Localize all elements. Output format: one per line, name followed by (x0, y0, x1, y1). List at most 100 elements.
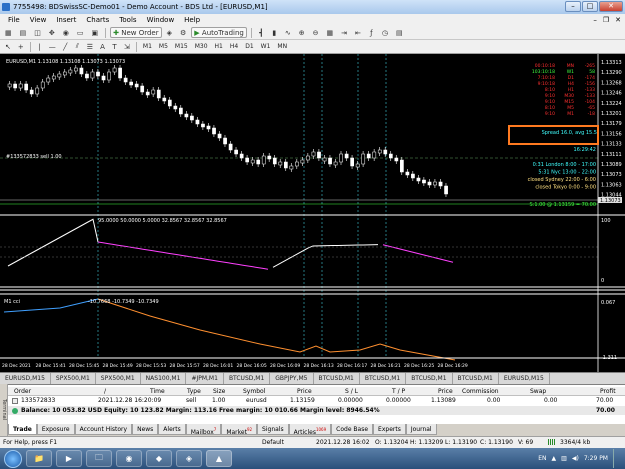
tray-arrow-icon[interactable]: ▲ (552, 455, 557, 462)
clock[interactable]: 7:29 PM (584, 455, 608, 462)
tab-mailbox[interactable]: Mailbox7 (185, 424, 222, 436)
minimize-button[interactable]: – (565, 1, 581, 12)
taskbar-explorer-icon[interactable]: 📁 (26, 450, 52, 467)
options-icon[interactable]: ⚙ (177, 27, 189, 38)
chart-tab[interactable]: SPX500,M1 (96, 373, 141, 384)
taskbar-folder-icon[interactable]: 🗀 (86, 450, 112, 467)
status-profile[interactable]: Default (262, 439, 284, 446)
timeframe-mn[interactable]: MN (274, 43, 290, 50)
tile-icon[interactable]: ▦ (323, 27, 336, 38)
col-sort[interactable]: / (104, 388, 106, 395)
chart-tab[interactable]: #JPM,M1 (186, 373, 224, 384)
volume-icon[interactable]: ◀) (572, 455, 579, 462)
tab-experts[interactable]: Experts (373, 424, 406, 435)
candle-chart-icon[interactable]: ▮ (269, 27, 280, 38)
language-indicator[interactable]: EN (538, 455, 546, 462)
menu-insert[interactable]: Insert (51, 16, 81, 24)
autoscroll-icon[interactable]: ⇥ (338, 27, 350, 38)
chart-tab[interactable]: BTCUSD,M1 (314, 373, 360, 384)
tab-alerts[interactable]: Alerts (158, 424, 186, 435)
show-desktop-button[interactable] (613, 449, 621, 468)
timeframe-m1[interactable]: M1 (140, 43, 155, 50)
menu-charts[interactable]: Charts (81, 16, 114, 24)
tab-articles[interactable]: Articles1069 (288, 424, 332, 436)
start-button[interactable] (4, 449, 22, 468)
profiles-icon[interactable]: ▤ (17, 27, 30, 38)
tab-exposure[interactable]: Exposure (36, 424, 75, 435)
chart-tab[interactable]: EURUSD,M15 (499, 373, 550, 384)
col-profit[interactable]: Profit (600, 388, 616, 395)
menu-file[interactable]: File (3, 16, 25, 24)
taskbar-app2-icon[interactable]: ◈ (176, 450, 202, 467)
chart-canvas[interactable]: EURUSD,M1 1.13108 1.13108 1.13073 1.1307… (0, 54, 625, 372)
chart-tab[interactable]: BTCUSD,M1 (224, 373, 271, 384)
tab-journal[interactable]: Journal (405, 424, 437, 435)
chart-tab[interactable]: NAS100,M1 (141, 373, 187, 384)
zoom-in-icon[interactable]: ⊕ (296, 27, 308, 38)
period-icon[interactable]: ◷ (379, 27, 391, 38)
tab-trade[interactable]: Trade (8, 424, 37, 435)
line-chart-icon[interactable]: ∿ (282, 27, 294, 38)
chart-tab[interactable]: GBPJPY,M5 (270, 373, 314, 384)
timeframe-h4[interactable]: H4 (227, 43, 241, 50)
close-button[interactable]: ✕ (599, 1, 623, 12)
table-row[interactable]: 133572833 2021.12.28 16:20:09 sell 1.00 … (0, 396, 625, 405)
tab-news[interactable]: News (132, 424, 159, 435)
timeframe-m15[interactable]: M15 (172, 43, 191, 50)
crosshair-icon[interactable]: + (15, 41, 27, 52)
market-watch-icon[interactable]: ◫ (31, 27, 44, 38)
templates-icon[interactable]: ▤ (393, 27, 406, 38)
tab-code-base[interactable]: Code Base (331, 424, 374, 435)
taskbar-media-icon[interactable]: ▶ (56, 450, 82, 467)
terminal-icon[interactable]: ▭ (74, 27, 87, 38)
col-size[interactable]: Size (213, 388, 225, 395)
vertical-line-icon[interactable]: | (34, 41, 45, 52)
col-swap[interactable]: Swap (530, 388, 546, 395)
col-tp[interactable]: T / P (392, 388, 405, 395)
arrows-icon[interactable]: ⇲ (121, 41, 133, 52)
col-sl[interactable]: S / L (345, 388, 358, 395)
label-icon[interactable]: T (109, 41, 120, 52)
taskbar-app-icon[interactable]: ◆ (146, 450, 172, 467)
taskbar-metatrader-icon[interactable]: ▲ (206, 450, 232, 467)
cursor-icon[interactable]: ↖ (2, 41, 14, 52)
col-order[interactable]: Order (14, 388, 31, 395)
menu-help[interactable]: Help (179, 16, 205, 24)
chart-tab[interactable]: EURUSD,M15 (0, 373, 51, 384)
zoom-out-icon[interactable]: ⊖ (310, 27, 322, 38)
chart-window[interactable]: EURUSD,M1 1.13108 1.13108 1.13073 1.1307… (0, 54, 625, 372)
timeframe-m30[interactable]: M30 (192, 43, 211, 50)
tab-account-history[interactable]: Account History (74, 424, 133, 435)
col-commission[interactable]: Commission (462, 388, 499, 395)
data-window-icon[interactable]: ✥ (46, 27, 58, 38)
col-symbol[interactable]: Symbol (243, 388, 265, 395)
bar-chart-icon[interactable]: ┫ (256, 27, 267, 38)
menu-view[interactable]: View (25, 16, 52, 24)
new-order-button[interactable]: ✚ New Order (110, 27, 162, 38)
col-price[interactable]: Price (297, 388, 312, 395)
equidistant-channel-icon[interactable]: ⫽ (72, 41, 83, 52)
timeframe-d1[interactable]: D1 (242, 43, 256, 50)
navigator-icon[interactable]: ◉ (60, 27, 72, 38)
col-current-price[interactable]: Price (438, 388, 453, 395)
fibonacci-icon[interactable]: ☰ (84, 41, 96, 52)
strategy-tester-icon[interactable]: ▣ (88, 27, 101, 38)
menu-tools[interactable]: Tools (114, 16, 141, 24)
indicators-icon[interactable]: ƒ (366, 27, 377, 38)
timeframe-m5[interactable]: M5 (156, 43, 171, 50)
maximize-button[interactable]: □ (582, 1, 598, 12)
timeframe-h1[interactable]: H1 (212, 43, 226, 50)
shift-icon[interactable]: ⇤ (352, 27, 364, 38)
child-close-button[interactable]: ✕ (615, 16, 621, 24)
chart-tab[interactable]: SPX500,M1 (51, 373, 96, 384)
network-icon[interactable]: ▥ (561, 455, 567, 462)
taskbar-browser-icon[interactable]: ◉ (116, 450, 142, 467)
trendline-icon[interactable]: ╱ (60, 41, 71, 52)
col-time[interactable]: Time (150, 388, 165, 395)
meta-editor-icon[interactable]: ◈ (164, 27, 175, 38)
col-type[interactable]: Type (187, 388, 201, 395)
autotrading-button[interactable]: ▶ AutoTrading (191, 27, 247, 38)
text-icon[interactable]: A (97, 41, 108, 52)
chart-tab[interactable]: BTCUSD,M1 (406, 373, 453, 384)
chart-tab[interactable]: BTCUSD,M1 (360, 373, 407, 384)
